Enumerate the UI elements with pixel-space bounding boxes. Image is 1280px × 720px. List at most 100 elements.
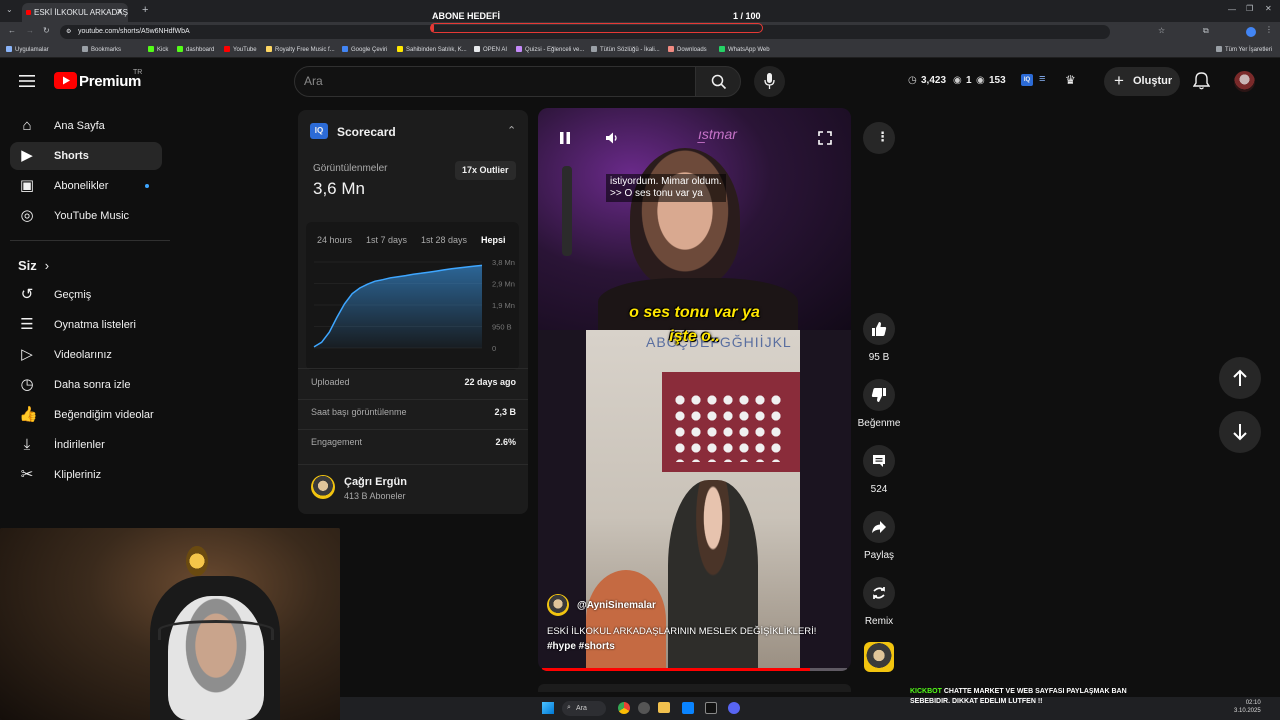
dislike-button[interactable]	[863, 379, 895, 411]
range-tab[interactable]: Hepsi	[481, 235, 506, 245]
youtube-premium-logo[interactable]: Premium TR	[54, 69, 142, 94]
windows-start-icon[interactable]	[542, 702, 554, 714]
bookmark-favicon-icon	[397, 46, 403, 52]
bookmark-item[interactable]: YouTube	[224, 46, 257, 53]
subscriber-goal-label: ABONE HEDEFİ	[432, 11, 501, 21]
sidebar-item-abonelikler[interactable]: ▣ Abonelikler	[10, 172, 162, 200]
views-area-chart: 3,8 Mn 2,9 Mn 1,9 Mn 950 B 0	[313, 258, 515, 353]
terminal-taskbar-icon[interactable]	[705, 702, 717, 714]
reload-icon[interactable]: ↻	[43, 26, 50, 35]
next-short-button[interactable]	[1219, 411, 1261, 453]
discord-taskbar-icon[interactable]	[728, 702, 740, 714]
bookmark-item[interactable]: dashboard	[177, 46, 214, 53]
burned-subtitle-1: o ses tonu var ya	[629, 304, 760, 321]
bookmark-favicon-icon	[591, 46, 597, 52]
taskbar-clock[interactable]: 02:10 3.10.2025	[1234, 699, 1261, 715]
bookmark-item[interactable]: OPEN AI	[474, 46, 507, 53]
bookmark-item[interactable]: Royalty Free Music f...	[266, 46, 335, 53]
volume-icon[interactable]	[605, 131, 619, 145]
bookmark-item[interactable]: WhatsApp Web	[719, 46, 770, 53]
bookmark-favicon-icon	[266, 46, 272, 52]
close-tab-icon[interactable]: ✕	[116, 7, 123, 16]
pause-icon[interactable]	[559, 131, 571, 145]
bookmarks-bar: Uygulamalar Bookmarks Kick dashboard YouTube…	[0, 41, 1280, 58]
bookmark-item[interactable]: Downloads	[668, 46, 707, 53]
bookmark-favicon-icon	[224, 46, 230, 52]
hamburger-menu-icon[interactable]	[18, 73, 36, 89]
back-icon[interactable]: ←	[8, 26, 16, 35]
browser-menu-icon[interactable]: ⋮	[1265, 25, 1273, 34]
voice-search-button[interactable]	[754, 66, 785, 97]
search-box[interactable]	[294, 66, 696, 97]
you-section-heading[interactable]: Siz ›	[18, 258, 49, 273]
bookmark-item[interactable]: Quizsi - Eğlenceli ve...	[516, 46, 584, 53]
next-short-preview[interactable]	[538, 684, 851, 692]
achievement-icon[interactable]: ♛	[1065, 73, 1076, 87]
channel-name[interactable]: Çağrı Ergün	[344, 476, 407, 488]
short-video-player[interactable]: ı͟stmar ABCÇDEFGĞHIİJKL istiyordum. Mima…	[538, 108, 851, 671]
sidebar-item-shorts[interactable]: ▶ Shorts	[10, 142, 162, 170]
vidiq-icon[interactable]: IQ	[1021, 74, 1033, 86]
tab-search-icon[interactable]: ⌄	[6, 5, 13, 14]
sidebar-item-geçmiş[interactable]: ↺ Geçmiş	[10, 281, 162, 309]
search-input[interactable]: Ara	[304, 74, 323, 88]
previous-short-button[interactable]	[1219, 357, 1261, 399]
logo-text: Premium	[79, 73, 142, 90]
bookmark-item[interactable]: Sahibinden Satılık, K...	[397, 46, 467, 53]
sidebar-item-klipleriniz[interactable]: ✂ Klipleriniz	[10, 461, 162, 489]
range-tab[interactable]: 1st 7 days	[366, 235, 407, 245]
sidebar-item-youtube-music[interactable]: ◎ YouTube Music	[10, 202, 162, 230]
bookmark-item[interactable]: Tütün Sözlüğü - İkali...	[591, 46, 660, 53]
remix-icon	[873, 587, 885, 599]
minimize-icon[interactable]: —	[1228, 5, 1236, 14]
extensions-icon[interactable]: ⧉	[1203, 26, 1209, 36]
sound-thumbnail[interactable]	[864, 642, 894, 672]
kickbot-prefix: KICKBOT	[910, 688, 942, 695]
like-button[interactable]	[863, 313, 895, 345]
app-taskbar-icon[interactable]	[638, 702, 650, 714]
sidebar-item-i-ndirilenler[interactable]: ⤓ İndirilenler	[10, 431, 162, 459]
chrome-taskbar-icon[interactable]	[618, 702, 630, 714]
account-avatar[interactable]	[1234, 71, 1255, 92]
short-more-button[interactable]: ⋮	[863, 122, 895, 154]
vidiq-list-icon[interactable]: ≡	[1039, 73, 1045, 85]
sidebar-item-videolarınız[interactable]: ▷ Videolarınız	[10, 341, 162, 369]
sidebar-item-oynatma-listeleri[interactable]: ☰ Oynatma listeleri	[10, 311, 162, 339]
short-channel-handle[interactable]: @AyniSinemalar	[577, 600, 656, 611]
forward-icon[interactable]: →	[26, 26, 34, 35]
profile-avatar[interactable]	[1246, 27, 1256, 37]
remix-button[interactable]	[863, 577, 895, 609]
new-tab-icon[interactable]: +	[142, 4, 148, 16]
fullscreen-icon[interactable]	[818, 131, 832, 145]
browser-tab[interactable]: ESKİ İLKOKUL ARKADAŞLA ✕	[22, 3, 128, 22]
close-window-icon[interactable]: ✕	[1265, 4, 1272, 13]
range-tab[interactable]: 1st 28 days	[421, 235, 467, 245]
search-button[interactable]	[695, 66, 741, 97]
bookmark-star-icon[interactable]: ☆	[1158, 26, 1165, 35]
share-button[interactable]	[863, 511, 895, 543]
short-hashtags[interactable]: #hype #shorts	[547, 641, 615, 652]
bookmark-favicon-icon	[177, 46, 183, 52]
bookmark-item[interactable]: Google Çeviri	[342, 46, 387, 53]
store-taskbar-icon[interactable]	[682, 702, 694, 714]
notifications-bell-icon[interactable]	[1193, 72, 1210, 90]
all-bookmarks[interactable]: Tüm Yer İşaretleri	[1216, 46, 1272, 53]
collapse-chevron-icon[interactable]: ⌃	[507, 124, 516, 137]
bookmark-item[interactable]: Kick	[148, 46, 168, 53]
short-channel-avatar[interactable]	[547, 594, 569, 616]
chart-y-tick-label: 2,9 Mn	[492, 280, 515, 289]
channel-avatar[interactable]	[311, 475, 335, 499]
maximize-icon[interactable]: ❐	[1246, 4, 1253, 13]
bookmark-item[interactable]: Uygulamalar	[6, 46, 49, 53]
site-info-icon[interactable]: ⚙	[66, 28, 71, 35]
bookmark-item[interactable]: Bookmarks	[82, 46, 121, 53]
sidebar-item-beğendiğim-videolar[interactable]: 👍 Beğendiğim videolar	[10, 401, 162, 429]
create-button[interactable]: + Oluştur	[1104, 67, 1180, 96]
sidebar-item-ana-sayfa[interactable]: ⌂ Ana Sayfa	[10, 112, 162, 140]
short-progress-track[interactable]	[542, 668, 847, 671]
comments-button[interactable]	[863, 445, 895, 477]
range-tab[interactable]: 24 hours	[317, 235, 352, 245]
file-explorer-icon[interactable]	[658, 702, 670, 713]
sidebar-item-daha-sonra-izle[interactable]: ◷ Daha sonra izle	[10, 371, 162, 399]
taskbar-search[interactable]: ⌕ Ara	[562, 701, 606, 716]
